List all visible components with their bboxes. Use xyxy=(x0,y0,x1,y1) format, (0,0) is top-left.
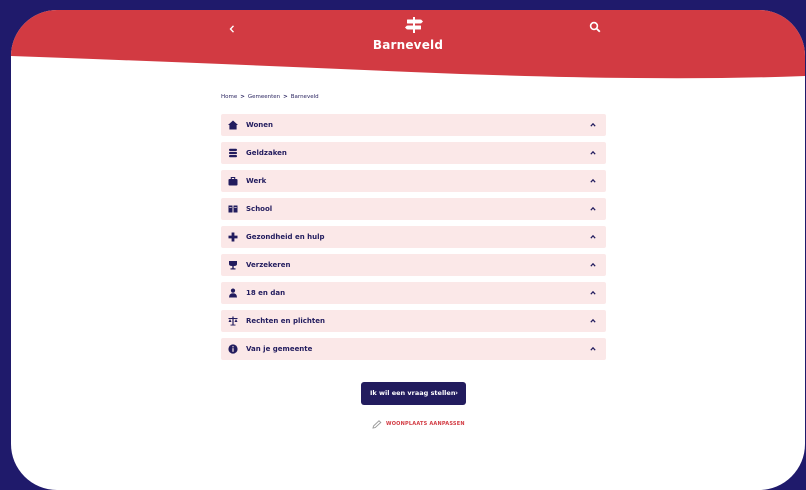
category-gezondheid-en-hulp[interactable]: Gezondheid en hulp xyxy=(221,226,606,248)
pencil-icon xyxy=(372,420,382,429)
scales-icon xyxy=(228,316,238,326)
chevron-up-icon xyxy=(590,206,596,211)
category-van-je-gemeente[interactable]: Van je gemeente xyxy=(221,338,606,360)
breadcrumb: Home > Gemeenten > Barneveld xyxy=(221,94,319,100)
category-wonen[interactable]: Wonen xyxy=(221,114,606,136)
coins-icon xyxy=(229,148,237,158)
chevron-left-icon xyxy=(229,25,235,33)
chevron-up-icon xyxy=(590,346,596,351)
search-button[interactable] xyxy=(586,18,604,36)
briefcase-icon xyxy=(228,176,238,186)
signpost-icon xyxy=(405,17,423,33)
category-18-en-dan[interactable]: 18 en dan xyxy=(221,282,606,304)
breadcrumb-separator: > xyxy=(283,94,288,100)
page-title: Barneveld xyxy=(372,38,444,52)
chevron-up-icon xyxy=(590,150,596,155)
category-label: School xyxy=(246,205,273,213)
category-label: Verzekeren xyxy=(246,261,291,269)
chevron-right-icon: › xyxy=(455,389,458,397)
change-residence-label: WOONPLAATS AANPASSEN xyxy=(386,421,465,427)
breadcrumb-separator: > xyxy=(240,94,245,100)
category-label: Rechten en plichten xyxy=(246,317,325,325)
breadcrumb-home[interactable]: Home xyxy=(221,94,237,100)
category-list: Wonen Geldzaken Werk School Gezondheid e… xyxy=(217,109,607,365)
ask-question-button[interactable]: Ik wil een vraag stellen › xyxy=(361,382,466,405)
category-school[interactable]: School xyxy=(221,198,606,220)
breadcrumb-gemeenten[interactable]: Gemeenten xyxy=(248,94,280,100)
info-icon xyxy=(228,344,238,354)
chevron-up-icon xyxy=(590,122,596,127)
category-geldzaken[interactable]: Geldzaken xyxy=(221,142,606,164)
category-label: Wonen xyxy=(246,121,273,129)
category-label: Gezondheid en hulp xyxy=(246,233,325,241)
header: Barneveld xyxy=(11,10,805,90)
category-rechten-en-plichten[interactable]: Rechten en plichten xyxy=(221,310,606,332)
category-label: Van je gemeente xyxy=(246,345,313,353)
book-icon xyxy=(228,205,238,213)
search-icon xyxy=(589,21,601,33)
category-verzekeren[interactable]: Verzekeren xyxy=(221,254,606,276)
house-icon xyxy=(228,120,238,130)
chevron-up-icon xyxy=(590,262,596,267)
chevron-up-icon xyxy=(590,290,596,295)
cross-icon xyxy=(228,232,238,242)
app-frame: Barneveld Home > Gemeenten > Barneveld Wonen… xyxy=(11,10,805,490)
chevron-up-icon xyxy=(590,234,596,239)
umbrella-icon xyxy=(229,261,237,270)
chevron-up-icon xyxy=(590,318,596,323)
category-werk[interactable]: Werk xyxy=(221,170,606,192)
ask-question-label: Ik wil een vraag stellen xyxy=(370,389,456,397)
breadcrumb-current: Barneveld xyxy=(290,94,319,100)
person-icon xyxy=(229,288,237,298)
chevron-up-icon xyxy=(590,178,596,183)
back-button[interactable] xyxy=(223,20,241,38)
category-label: Geldzaken xyxy=(246,149,287,157)
category-label: Werk xyxy=(246,177,267,185)
category-label: 18 en dan xyxy=(246,289,286,297)
